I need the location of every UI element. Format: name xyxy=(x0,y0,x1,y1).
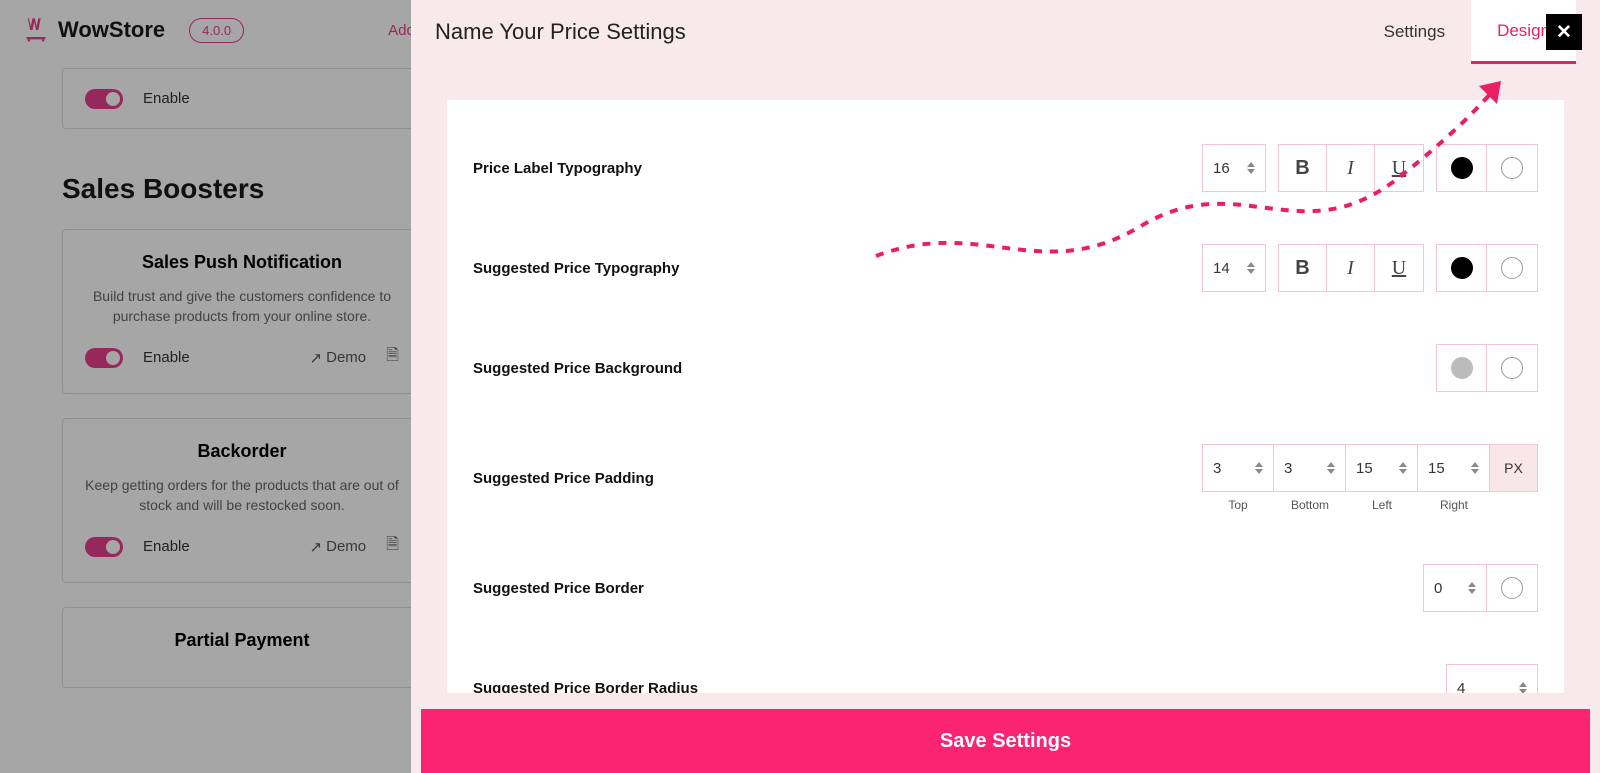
padding-right-label: Right xyxy=(1418,492,1490,512)
color-swatch-white[interactable] xyxy=(1501,357,1523,379)
step-down-icon[interactable] xyxy=(1519,689,1527,693)
step-down-icon[interactable] xyxy=(1471,469,1479,474)
close-icon: ✕ xyxy=(1556,21,1572,44)
underline-button[interactable]: U xyxy=(1375,145,1423,191)
label-suggested-price-typography: Suggested Price Typography xyxy=(473,260,679,277)
color-swatch-black[interactable] xyxy=(1451,257,1473,279)
label-price-label-typography: Price Label Typography xyxy=(473,160,642,177)
step-up-icon[interactable] xyxy=(1255,462,1263,467)
step-down-icon[interactable] xyxy=(1399,469,1407,474)
bold-button[interactable]: B xyxy=(1279,245,1327,291)
step-down-icon[interactable] xyxy=(1255,469,1263,474)
step-down-icon[interactable] xyxy=(1327,469,1335,474)
step-down-icon[interactable] xyxy=(1247,269,1255,274)
border-width-input[interactable]: 0 xyxy=(1423,564,1487,612)
padding-unit[interactable]: PX xyxy=(1490,444,1538,492)
save-settings-button[interactable]: Save Settings xyxy=(421,709,1590,773)
settings-modal: Name Your Price Settings Settings Design… xyxy=(411,0,1600,773)
tab-settings[interactable]: Settings xyxy=(1358,0,1471,64)
padding-top-label: Top xyxy=(1202,492,1274,512)
close-button[interactable]: ✕ xyxy=(1546,14,1582,50)
padding-bottom-input[interactable]: 3 xyxy=(1274,444,1346,492)
step-down-icon[interactable] xyxy=(1468,589,1476,594)
padding-left-input[interactable]: 15 xyxy=(1346,444,1418,492)
step-up-icon[interactable] xyxy=(1468,582,1476,587)
modal-title: Name Your Price Settings xyxy=(435,19,686,45)
italic-button[interactable]: I xyxy=(1327,245,1375,291)
underline-button[interactable]: U xyxy=(1375,245,1423,291)
step-up-icon[interactable] xyxy=(1327,462,1335,467)
label-suggested-price-background: Suggested Price Background xyxy=(473,360,682,377)
border-color-swatch[interactable] xyxy=(1501,577,1523,599)
step-up-icon[interactable] xyxy=(1399,462,1407,467)
step-up-icon[interactable] xyxy=(1247,162,1255,167)
step-up-icon[interactable] xyxy=(1471,462,1479,467)
label-suggested-price-border-radius: Suggested Price Border Radius xyxy=(473,680,698,694)
color-swatch-grey[interactable] xyxy=(1451,357,1473,379)
font-size-input[interactable]: 14 xyxy=(1202,244,1266,292)
padding-right-input[interactable]: 15 xyxy=(1418,444,1490,492)
label-suggested-price-padding: Suggested Price Padding xyxy=(473,470,654,487)
border-radius-input[interactable]: 4 xyxy=(1446,664,1538,693)
padding-bottom-label: Bottom xyxy=(1274,492,1346,512)
step-up-icon[interactable] xyxy=(1519,682,1527,687)
color-swatch-white[interactable] xyxy=(1501,257,1523,279)
padding-top-input[interactable]: 3 xyxy=(1202,444,1274,492)
color-swatch-black[interactable] xyxy=(1451,157,1473,179)
font-size-input[interactable]: 16 xyxy=(1202,144,1266,192)
padding-left-label: Left xyxy=(1346,492,1418,512)
step-up-icon[interactable] xyxy=(1247,262,1255,267)
italic-button[interactable]: I xyxy=(1327,145,1375,191)
color-swatch-white[interactable] xyxy=(1501,157,1523,179)
bold-button[interactable]: B xyxy=(1279,145,1327,191)
label-suggested-price-border: Suggested Price Border xyxy=(473,580,644,597)
step-down-icon[interactable] xyxy=(1247,169,1255,174)
